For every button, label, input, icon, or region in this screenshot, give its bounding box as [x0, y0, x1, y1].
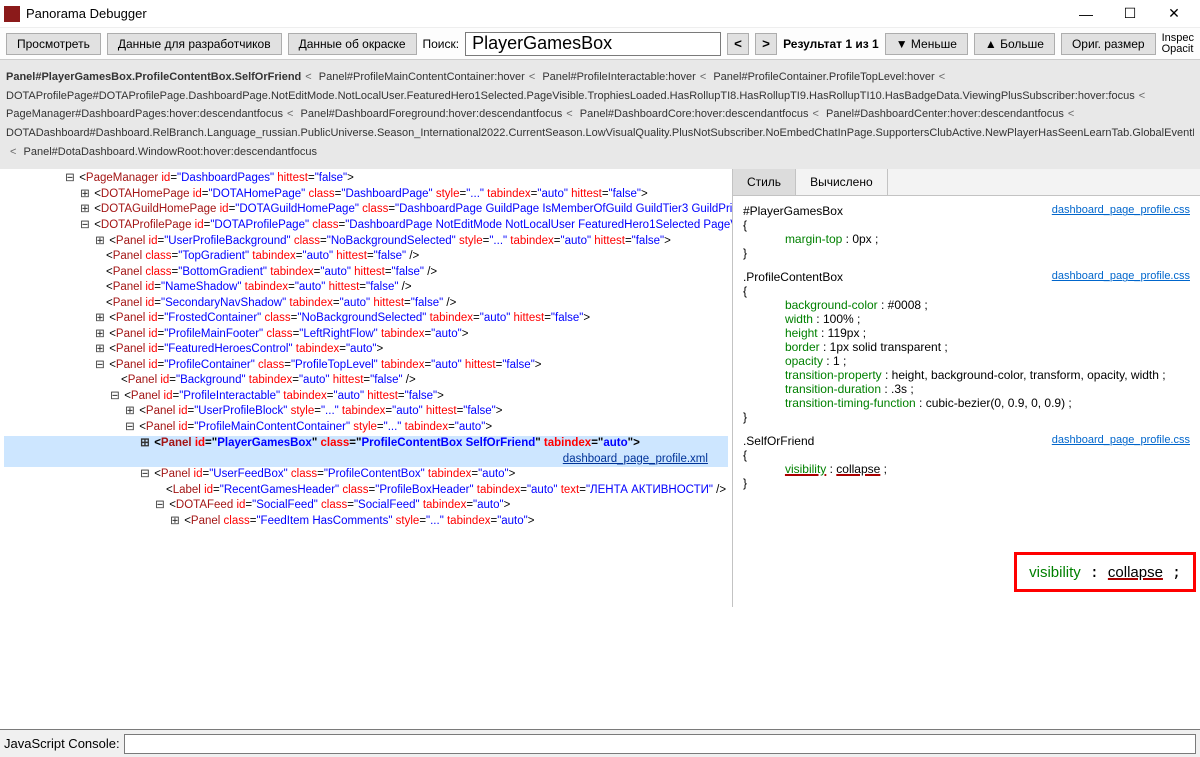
devdata-button[interactable]: Данные для разработчиков: [107, 33, 282, 55]
search-input[interactable]: [465, 32, 721, 56]
view-button[interactable]: Просмотреть: [6, 33, 101, 55]
breadcrumb-item[interactable]: Panel#ProfileMainContentContainer:hover: [319, 71, 525, 83]
content-area: ⊟ <PageManager id="DashboardPages" hitte…: [0, 169, 1200, 607]
toolbar: Просмотреть Данные для разработчиков Дан…: [0, 28, 1200, 60]
css-rules: dashboard_page_profile.css#PlayerGamesBo…: [733, 196, 1200, 508]
breadcrumb-item[interactable]: PageManager#DashboardPages:hover:descend…: [6, 108, 283, 120]
app-logo: [4, 6, 20, 22]
breadcrumb-item[interactable]: Panel#DashboardCenter:hover:descendantfo…: [826, 108, 1064, 120]
tab-computed[interactable]: Вычислено: [796, 169, 888, 195]
minimize-button[interactable]: —: [1064, 0, 1108, 28]
console-input[interactable]: [124, 734, 1196, 754]
selected-node[interactable]: ⊞ <Panel id="PlayerGamesBox" class="Prof…: [4, 436, 728, 467]
next-button[interactable]: >: [755, 33, 777, 55]
breadcrumb-item[interactable]: Panel#DotaDashboard.WindowRoot:hover:des…: [24, 146, 318, 158]
xml-source-link[interactable]: dashboard_page_profile.xml: [563, 452, 708, 468]
origsize-button[interactable]: Ориг. размер: [1061, 33, 1156, 55]
css-source-link[interactable]: dashboard_page_profile.css: [1052, 204, 1190, 216]
tab-style[interactable]: Стиль: [733, 169, 796, 195]
breadcrumb-item[interactable]: Panel#ProfileContainer.ProfileTopLevel:h…: [713, 71, 934, 83]
close-button[interactable]: ✕: [1152, 0, 1196, 28]
css-source-link[interactable]: dashboard_page_profile.css: [1052, 434, 1190, 446]
callout-box: visibility : collapse ;: [1014, 552, 1196, 592]
styles-tabs: Стиль Вычислено: [733, 169, 1200, 196]
titlebar: Panorama Debugger — ☐ ✕: [0, 0, 1200, 28]
breadcrumb-item[interactable]: DOTADashboard#Dashboard.RelBranch.Langua…: [6, 127, 1194, 139]
js-console: JavaScript Console:: [0, 729, 1200, 757]
colordata-button[interactable]: Данные об окраске: [288, 33, 417, 55]
styles-panel: Стиль Вычислено dashboard_page_profile.c…: [732, 169, 1200, 607]
window-title: Panorama Debugger: [26, 6, 1064, 21]
search-label: Поиск:: [423, 37, 460, 51]
result-text: Результат 1 из 1: [783, 37, 879, 51]
console-label: JavaScript Console:: [4, 736, 120, 751]
breadcrumb-item[interactable]: Panel#DashboardCore:hover:descendantfocu…: [580, 108, 809, 120]
breadcrumb-item[interactable]: Panel#PlayerGamesBox.ProfileContentBox.S…: [6, 71, 301, 83]
inspector-opacity[interactable]: InspecOpacit: [1162, 33, 1194, 55]
breadcrumb-item[interactable]: Panel#DashboardForeground:hover:descenda…: [301, 108, 563, 120]
more-button[interactable]: ▲ Больше: [974, 33, 1055, 55]
prev-button[interactable]: <: [727, 33, 749, 55]
maximize-button[interactable]: ☐: [1108, 0, 1152, 28]
css-source-link[interactable]: dashboard_page_profile.css: [1052, 270, 1190, 282]
less-button[interactable]: ▼ Меньше: [885, 33, 968, 55]
dom-tree[interactable]: ⊟ <PageManager id="DashboardPages" hitte…: [0, 169, 732, 607]
breadcrumb-trail: Panel#PlayerGamesBox.ProfileContentBox.S…: [0, 60, 1200, 169]
breadcrumb-item[interactable]: DOTAProfilePage#DOTAProfilePage.Dashboar…: [6, 90, 1135, 102]
breadcrumb-item[interactable]: Panel#ProfileInteractable:hover: [542, 71, 695, 83]
